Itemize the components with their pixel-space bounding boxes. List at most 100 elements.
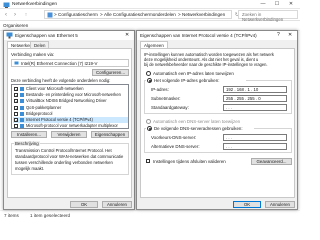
component-checkbox[interactable]: ✓ <box>14 93 18 98</box>
breadcrumb-network-connections[interactable]: Netwerkverbindingen <box>182 12 225 17</box>
tab-panel: IP-instellingen kunnen automatisch worde… <box>140 48 295 198</box>
component-checkbox[interactable]: ✓ <box>14 105 18 110</box>
network-folder-icon <box>3 2 10 8</box>
manual-dns-option: De volgende DNS-serveradressen gebruiken… <box>146 125 254 132</box>
component-checkbox[interactable]: ✓ <box>14 99 18 104</box>
ipv4-properties-dialog: Eigenschappen van Internet Protocol vers… <box>136 30 298 210</box>
ethernet-icon <box>6 32 13 39</box>
intro-line: bij de netwerkbeheerder naar de geschikt… <box>144 62 268 67</box>
search-input[interactable]: Zoeken in Netwerkverbindingen <box>238 10 298 22</box>
components-list[interactable]: ✓ Client voor Microsoft-netwerken ✓ Bestand… <box>11 84 129 129</box>
validate-label: Instellingen tijdens afsluiten valideren <box>153 159 226 164</box>
component-item[interactable]: ✓ Bestands- en printerdeling voor Microso… <box>13 92 128 98</box>
manual-dns-radio[interactable] <box>147 126 152 131</box>
component-icon <box>20 105 24 110</box>
gateway-field[interactable]: . . . <box>223 104 287 111</box>
description-line: mogelijk maakt. <box>15 166 45 171</box>
auto-ip-label: Automatisch een IP-adres laten toewijzen <box>153 71 234 76</box>
close-button[interactable]: ✕ <box>288 32 292 38</box>
component-label: Internet Protocol versie 4 (TCP/IPv4) <box>26 117 93 122</box>
ip-address-label: IP-adres: <box>151 87 169 92</box>
description-line: Transmission Control Protocol/Internet P… <box>15 148 112 153</box>
component-item[interactable]: Microsoft-protocol voor netwerkadapter m… <box>13 123 128 129</box>
component-checkbox[interactable]: ✓ <box>14 87 18 92</box>
alternate-dns-label: Alternatieve DNS-server: <box>151 144 200 149</box>
configure-button[interactable]: Configureren... <box>92 69 129 76</box>
close-button[interactable]: ✕ <box>284 0 298 9</box>
explorer-titlebar: Netwerkverbindingen — ☐ ✕ <box>0 0 300 9</box>
dialog-title: Eigenschappen van Ethernet 5 <box>15 33 78 38</box>
component-checkbox[interactable] <box>14 124 18 129</box>
ethernet-properties-dialog: Eigenschappen van Ethernet 5 ✕ Netwerken… <box>3 30 135 210</box>
component-item[interactable]: Bridgeprotocol <box>13 111 128 117</box>
dns-group: De volgende DNS-serveradressen gebruiken… <box>144 125 292 153</box>
alternate-dns-field[interactable]: . . . <box>223 143 287 150</box>
component-icon <box>20 118 24 122</box>
help-button[interactable]: ? <box>277 32 280 38</box>
close-icon[interactable]: ✕ <box>125 32 129 38</box>
organize-button[interactable]: Organiseren <box>3 23 28 28</box>
component-label: QoS-pakketplanner <box>26 104 62 110</box>
subnet-mask-field[interactable]: 255 . 255 . 255 . 0 <box>223 95 287 102</box>
component-label: VirtualBox NDIS6 Bridged Networking Driv… <box>26 98 107 104</box>
install-button[interactable]: Installeren... <box>11 131 47 138</box>
auto-dns-label: Automatisch een DNS-server laten toewijz… <box>153 119 241 124</box>
component-label: Microsoft-protocol voor netwerkadapter m… <box>26 123 118 129</box>
window-title: Netwerkverbindingen <box>12 2 58 7</box>
component-icon <box>20 124 24 129</box>
address-bar-row: ‹ › ↑ > Configuratiescherm > Alle Config… <box>0 9 300 22</box>
manual-ip-option: Het volgende IP-adres gebruiken: <box>146 77 246 84</box>
preferred-dns-field[interactable]: . . . <box>223 134 287 141</box>
back-button[interactable]: ‹ <box>2 11 10 19</box>
breadcrumb-control-panel[interactable]: Configuratiescherm <box>58 12 98 17</box>
network-adapter-icon <box>14 61 19 65</box>
component-label: Client voor Microsoft-netwerken <box>26 86 84 91</box>
description-line: tussen verschillende onderling verbonden… <box>15 160 113 165</box>
minimize-button[interactable]: — <box>256 0 270 9</box>
component-icon <box>20 111 24 116</box>
component-icon <box>20 93 24 98</box>
tab-delen[interactable]: Delen <box>30 41 50 48</box>
component-icon <box>20 99 24 104</box>
forward-button[interactable]: › <box>11 11 19 19</box>
component-item[interactable]: ✓ Internet Protocol versie 4 (TCP/IPv4) <box>13 117 128 123</box>
component-label: Bestands- en printerdeling voor Microsof… <box>26 92 121 98</box>
maximize-button[interactable]: ☐ <box>270 0 284 9</box>
breadcrumb-all-items[interactable]: Alle Configuratieschermonderdelen <box>104 12 176 17</box>
auto-ip-radio[interactable] <box>146 71 151 76</box>
advanced-button[interactable]: Geavanceerd... <box>251 158 292 165</box>
component-checkbox[interactable] <box>14 111 18 116</box>
tab-panel: Verbinding maken via: Intel(R) Ethernet … <box>7 48 132 198</box>
cancel-button[interactable]: Annuleren <box>102 201 132 208</box>
cancel-button[interactable]: Annuleren <box>265 201 295 208</box>
selected-count: 1 item geselecteerd <box>30 213 71 218</box>
component-checkbox[interactable]: ✓ <box>14 118 18 123</box>
component-item[interactable]: ✓ VirtualBox NDIS6 Bridged Networking Dri… <box>13 98 128 104</box>
component-label: Bridgeprotocol <box>26 110 53 116</box>
properties-button[interactable]: Eigenschappen <box>91 131 129 138</box>
preferred-dns-label: Voorkeurs-DNS-server: <box>151 135 197 140</box>
control-panel-icon <box>47 12 53 18</box>
validate-checkbox[interactable] <box>146 159 150 163</box>
uninstall-button[interactable]: Verwijderen <box>51 131 87 138</box>
up-button[interactable]: ↑ <box>22 11 30 19</box>
ip-address-field[interactable]: 192 . 168 . 1 . 10 <box>223 86 287 93</box>
manual-dns-label: De volgende DNS-serveradressen gebruiken… <box>154 126 243 131</box>
breadcrumb-sep: > <box>100 12 103 17</box>
description-line: standaardprotocol voor WAN-netwerken dat… <box>15 154 124 159</box>
dialog-titlebar: Eigenschappen van Ethernet 5 ✕ <box>4 31 134 40</box>
ip-group: Het volgende IP-adres gebruiken: IP-adre… <box>144 77 292 114</box>
component-item[interactable]: ✓ Client voor Microsoft-netwerken <box>13 86 128 92</box>
breadcrumb[interactable]: > Configuratiescherm > Alle Configuratie… <box>44 10 232 19</box>
status-bar: 7 items 1 item geselecteerd <box>0 210 300 220</box>
search-placeholder: Zoeken in Netwerkverbindingen <box>242 12 284 22</box>
ok-button[interactable]: OK <box>70 201 98 208</box>
gateway-label: Standaardgateway: <box>151 105 189 110</box>
ok-button[interactable]: OK <box>233 201 261 208</box>
breadcrumb-sep: > <box>178 12 181 17</box>
component-item[interactable]: ✓ QoS-pakketplanner <box>13 105 128 111</box>
manual-ip-radio[interactable] <box>147 78 152 83</box>
description-group: Beschrijving Transmission Control Protoc… <box>11 141 129 175</box>
auto-dns-radio[interactable] <box>146 119 151 124</box>
adapter-name: Intel(R) Ethernet Connection (7) I219-V <box>21 61 98 66</box>
